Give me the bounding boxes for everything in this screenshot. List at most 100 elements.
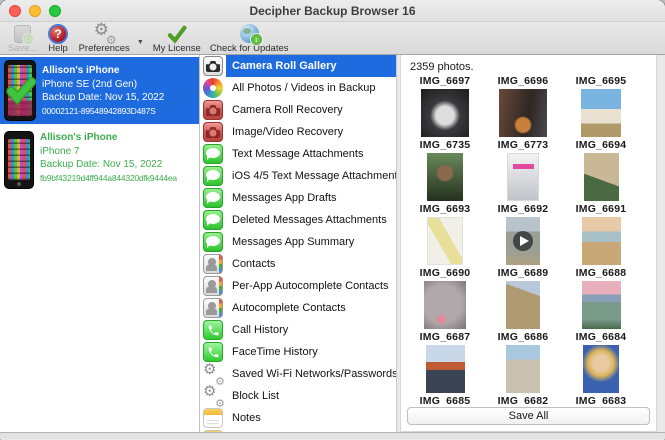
backup-name: Allison's iPhone xyxy=(42,65,120,76)
category-item-image-video-recovery[interactable]: Image/Video Recovery xyxy=(200,121,396,143)
checkmark-icon xyxy=(165,23,188,44)
category-item-ios45-text-message-attachments[interactable]: iOS 4/5 Text Message Attachments xyxy=(200,165,396,187)
save-label: Save... xyxy=(8,43,38,54)
photo-item[interactable]: IMG_6688 xyxy=(562,267,640,331)
phone-icon xyxy=(203,342,223,362)
photo-item[interactable]: IMG_6697 xyxy=(406,75,484,139)
category-item-notes[interactable]: Notes xyxy=(200,407,396,429)
category-label: Saved Wi-Fi Networks/Passwords xyxy=(232,368,396,380)
photo-label: IMG_6684 xyxy=(575,331,627,343)
gears-icon xyxy=(203,360,225,388)
backup-date: Backup Date: Nov 15, 2022 xyxy=(42,92,165,103)
photo-item[interactable]: IMG_6696 xyxy=(484,75,562,139)
category-label: Contacts xyxy=(232,258,276,270)
photo-thumbnail xyxy=(581,281,621,329)
photo-label: IMG_6687 xyxy=(419,331,471,343)
backup-item-iphone-7[interactable]: Allison's iPhone iPhone 7 Backup Date: N… xyxy=(0,124,199,192)
check-for-updates-button[interactable]: Check for Updates xyxy=(210,23,289,54)
category-list: Camera Roll Gallery All Photos / Videos … xyxy=(200,55,397,432)
photo-label: IMG_6689 xyxy=(497,267,549,279)
category-label: Notes xyxy=(232,412,261,424)
category-label: Autocomplete Contacts xyxy=(232,302,346,314)
message-bubble-icon xyxy=(203,144,223,164)
photo-item[interactable]: IMG_6695 xyxy=(562,75,640,139)
category-item-block-list[interactable]: Block List xyxy=(200,382,396,410)
play-icon xyxy=(513,231,533,251)
photo-item[interactable]: IMG_6694 xyxy=(562,139,640,203)
photo-thumbnail xyxy=(421,89,469,137)
toolbar: Save... ? Help Preferences ▼ My License … xyxy=(0,20,665,55)
photo-label: IMG_6686 xyxy=(497,331,549,343)
window-bottom-edge xyxy=(0,432,665,439)
category-label: FaceTime History xyxy=(232,346,318,358)
backup-name: Allison's iPhone xyxy=(40,132,118,143)
save-all-row: Save All xyxy=(401,404,656,431)
category-label: Call History xyxy=(232,324,289,336)
photo-item[interactable]: IMG_6773 xyxy=(484,139,562,203)
check-for-updates-label: Check for Updates xyxy=(209,43,289,54)
main-content: Allison's iPhone iPhone SE (2nd Gen) Bac… xyxy=(0,55,665,432)
camera-icon xyxy=(203,56,223,76)
save-all-button[interactable]: Save All xyxy=(407,407,650,425)
backup-udid: 00002121-89548942893D487S xyxy=(42,105,156,116)
photo-thumbnail xyxy=(581,217,621,265)
contacts-icon xyxy=(203,298,223,318)
help-icon: ? xyxy=(47,23,70,44)
preferences-button[interactable]: Preferences xyxy=(79,20,130,54)
photo-item[interactable]: IMG_6683 xyxy=(562,395,640,404)
photo-label: IMG_6695 xyxy=(575,75,627,87)
photo-item[interactable]: IMG_6684 xyxy=(562,331,640,395)
camera-recovery-icon xyxy=(203,100,223,120)
video-item[interactable]: IMG_6692 xyxy=(484,203,562,267)
title-bar: Decipher Backup Browser 16 xyxy=(0,0,665,22)
photo-label: IMG_6682 xyxy=(497,395,549,404)
photo-item[interactable]: IMG_6691 xyxy=(562,203,640,267)
category-item-saved-wifi-networks[interactable]: Saved Wi-Fi Networks/Passwords xyxy=(200,360,396,388)
photo-item[interactable]: IMG_6735 xyxy=(406,139,484,203)
photo-label: IMG_6692 xyxy=(497,203,549,215)
category-item-autocomplete-contacts[interactable]: Autocomplete Contacts xyxy=(200,297,396,319)
my-license-button[interactable]: My License xyxy=(153,23,201,54)
photo-item[interactable]: IMG_6686 xyxy=(484,331,562,395)
photo-item[interactable]: IMG_6690 xyxy=(406,267,484,331)
photo-thumbnail xyxy=(581,89,621,137)
photo-thumbnail xyxy=(424,281,466,329)
category-item-messages-app-summary[interactable]: Messages App Summary xyxy=(200,231,396,253)
chevron-down-icon[interactable]: ▼ xyxy=(137,39,144,46)
photo-item[interactable]: IMG_6689 xyxy=(484,267,562,331)
category-item-camera-roll-recovery[interactable]: Camera Roll Recovery xyxy=(200,99,396,121)
category-item-contacts[interactable]: Contacts xyxy=(200,253,396,275)
category-label xyxy=(226,429,396,432)
save-button[interactable]: Save... xyxy=(8,23,38,54)
photo-item[interactable]: IMG_6693 xyxy=(406,203,484,267)
photo-label: IMG_6691 xyxy=(575,203,627,215)
category-item-camera-roll-gallery[interactable]: Camera Roll Gallery xyxy=(200,55,396,77)
camera-recovery-icon xyxy=(203,122,223,142)
category-item-call-history[interactable]: Call History xyxy=(200,319,396,341)
my-license-label: My License xyxy=(152,43,201,54)
category-label: Deleted Messages Attachments xyxy=(232,214,387,226)
category-item-text-message-attachments[interactable]: Text Message Attachments xyxy=(200,143,396,165)
window-title: Decipher Backup Browser 16 xyxy=(249,4,416,18)
photo-item[interactable]: IMG_6687 xyxy=(406,331,484,395)
category-label: Messages App Drafts xyxy=(232,192,337,204)
message-bubble-icon xyxy=(203,232,223,252)
category-item-messages-app-drafts[interactable]: Messages App Drafts xyxy=(200,187,396,209)
category-item-facetime-history[interactable]: FaceTime History xyxy=(200,341,396,363)
category-item-partial[interactable] xyxy=(200,429,396,432)
photo-thumbnail xyxy=(506,281,540,329)
help-button[interactable]: ? Help xyxy=(47,23,70,54)
photo-label: IMG_6735 xyxy=(419,139,471,151)
backup-model: iPhone SE (2nd Gen) xyxy=(42,78,138,90)
category-item-deleted-messages-attachments[interactable]: Deleted Messages Attachments xyxy=(200,209,396,231)
message-bubble-icon xyxy=(203,188,223,208)
backup-udid: fb9bf43219d4ff944a844320dfk9444ea xyxy=(40,172,177,183)
app-window: Decipher Backup Browser 16 Save... ? Hel… xyxy=(0,0,665,440)
photo-thumbnail xyxy=(499,89,547,137)
photo-item[interactable]: IMG_6682 xyxy=(484,395,562,404)
category-item-all-photos-videos[interactable]: All Photos / Videos in Backup xyxy=(200,77,396,99)
backup-item-iphone-se[interactable]: Allison's iPhone iPhone SE (2nd Gen) Bac… xyxy=(0,57,199,124)
photo-item[interactable]: IMG_6685 xyxy=(406,395,484,404)
category-item-per-app-autocomplete-contacts[interactable]: Per-App Autocomplete Contacts xyxy=(200,275,396,297)
category-label: iOS 4/5 Text Message Attachments xyxy=(232,170,396,182)
